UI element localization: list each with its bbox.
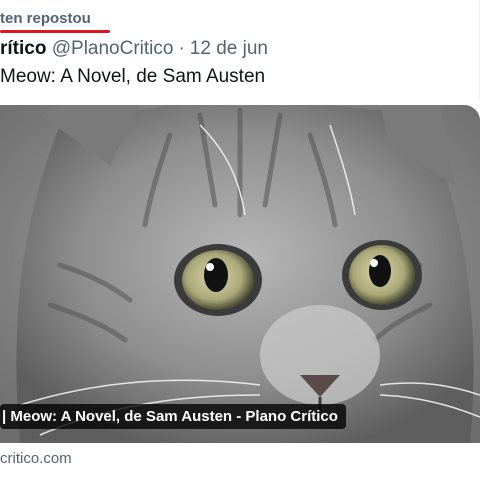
post-text: Meow: A Novel, de Sam Austen: [0, 66, 266, 87]
separator-dot: ·: [178, 38, 185, 59]
red-underline-annotation: [0, 30, 110, 33]
link-card[interactable]: [0, 105, 480, 443]
author-name[interactable]: rítico: [0, 38, 46, 59]
cat-image[interactable]: [0, 105, 480, 443]
author-handle[interactable]: @PlanoCritico: [52, 38, 174, 59]
post-date[interactable]: 12 de jun: [190, 38, 268, 59]
repost-label[interactable]: ten repostou: [0, 10, 91, 27]
card-domain[interactable]: critico.com: [0, 450, 72, 467]
tweet-header: rítico @PlanoCritico · 12 de jun: [0, 38, 268, 60]
card-title-overlay[interactable]: | Meow: A Novel, de Sam Austen - Plano C…: [0, 404, 346, 429]
